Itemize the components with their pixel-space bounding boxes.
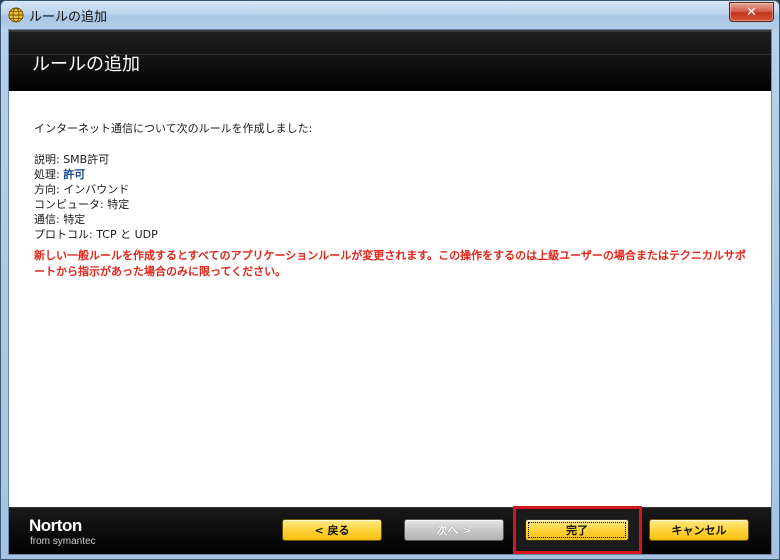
globe-icon bbox=[8, 7, 24, 23]
title-bar[interactable]: ルールの追加 ✕ bbox=[1, 1, 779, 29]
norton-logo-word: Norton bbox=[29, 516, 82, 535]
norton-logo: Norton from symantec bbox=[29, 516, 109, 552]
detail-value: 特定 bbox=[107, 198, 130, 211]
header-banner: ルールの追加 bbox=[9, 30, 771, 91]
window-title: ルールの追加 bbox=[29, 10, 108, 25]
back-button[interactable]: < 戻る bbox=[282, 519, 382, 541]
footer-bar: Norton from symantec < 戻る 次へ > 完了 キャンセル bbox=[9, 506, 771, 554]
detail-protocol: プロトコル: TCP と UDP bbox=[34, 227, 754, 242]
detail-description: 説明: SMB許可 bbox=[34, 152, 754, 167]
detail-label: 説明: bbox=[34, 153, 64, 166]
warning-text: 新しい一般ルールを作成するとすべてのアプリケーションルールが変更されます。この操… bbox=[34, 249, 746, 278]
detail-label: 通信: bbox=[34, 213, 64, 226]
detail-value: インバウンド bbox=[63, 183, 130, 196]
detail-computer: コンピュータ: 特定 bbox=[34, 197, 754, 212]
detail-communication: 通信: 特定 bbox=[34, 212, 754, 227]
dialog-client-area: ルールの追加 インターネット通信について次のルールを作成しました: 説明: SM… bbox=[8, 29, 772, 555]
close-button[interactable]: ✕ bbox=[729, 2, 774, 22]
detail-action: 処理: 許可 bbox=[34, 167, 754, 182]
detail-label: 方向: bbox=[34, 183, 64, 196]
norton-logo-sub: from symantec bbox=[30, 536, 96, 547]
detail-value: SMB許可 bbox=[63, 153, 110, 166]
close-icon: ✕ bbox=[746, 4, 757, 20]
detail-value: 特定 bbox=[63, 213, 86, 226]
detail-label: コンピュータ: bbox=[34, 198, 108, 211]
dialog-window: ルールの追加 ✕ ルールの追加 インターネット通信について次のルールを作成しまし… bbox=[0, 0, 780, 560]
intro-text: インターネット通信について次のルールを作成しました: bbox=[34, 122, 313, 135]
page-title: ルールの追加 bbox=[32, 54, 140, 75]
detail-label: 処理: bbox=[34, 168, 64, 181]
next-button[interactable]: 次へ > bbox=[404, 519, 504, 541]
detail-direction: 方向: インバウンド bbox=[34, 182, 754, 197]
cancel-button[interactable]: キャンセル bbox=[649, 519, 749, 541]
finish-button[interactable]: 完了 bbox=[525, 519, 629, 541]
rule-summary: インターネット通信について次のルールを作成しました: 説明: SMB許可 処理:… bbox=[34, 121, 754, 280]
detail-label: プロトコル: bbox=[34, 228, 97, 241]
detail-value: 許可 bbox=[63, 168, 86, 181]
detail-value: TCP と UDP bbox=[96, 228, 158, 241]
